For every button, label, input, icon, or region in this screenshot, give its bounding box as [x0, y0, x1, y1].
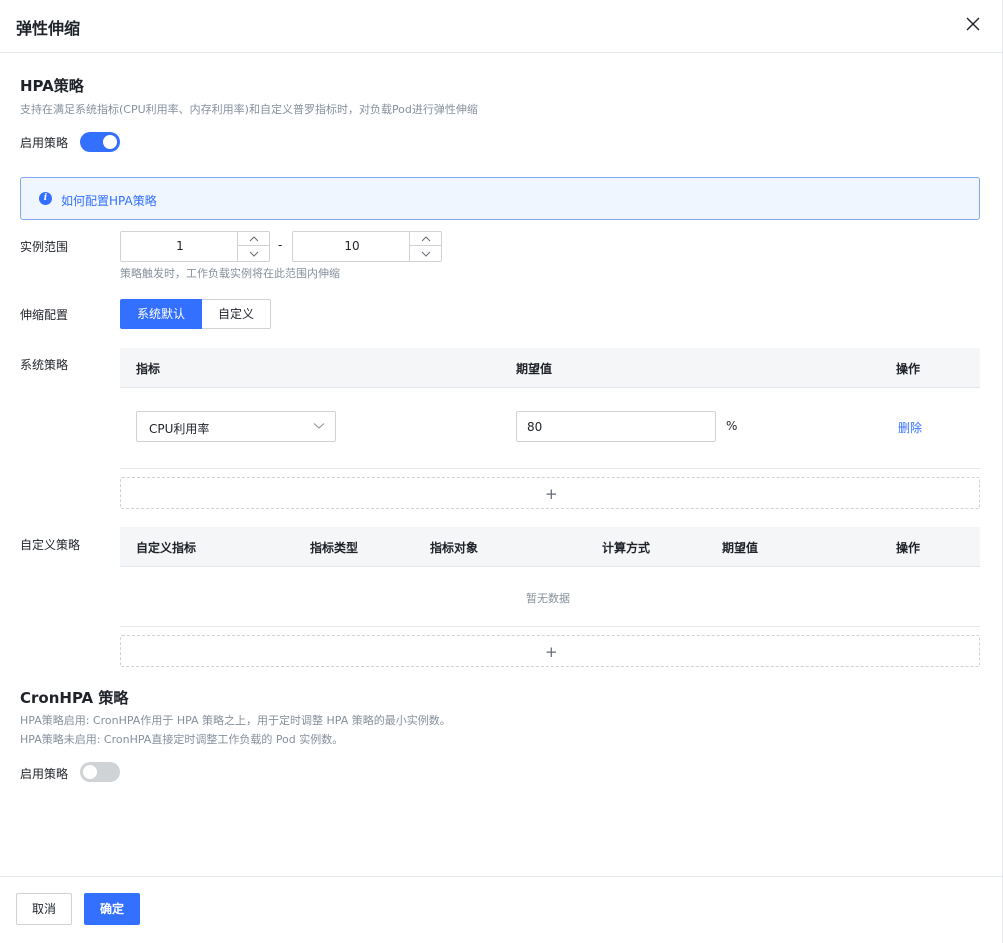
- column-header-custom-metric: 自定义指标: [136, 541, 197, 555]
- percent-unit: %: [726, 419, 738, 433]
- chevron-down-icon: [313, 423, 325, 429]
- cronhpa-enable-label: 启用策略: [20, 767, 69, 781]
- max-increment-button[interactable]: [410, 232, 441, 246]
- expected-value-text: 80: [527, 420, 543, 434]
- cronhpa-description-line1: HPA策略启用: CronHPA作用于 HPA 策略之上，用于定时调整 HPA …: [20, 714, 451, 727]
- elastic-scaling-dialog: 弹性伸缩 HPA策略 支持在满足系统指标(CPU利用率、内存利用率)和自定义普罗…: [0, 0, 1003, 943]
- toggle-knob: [103, 135, 117, 149]
- column-header-metric-object: 指标对象: [430, 541, 479, 555]
- system-policy-table-header: 指标 期望值 操作: [120, 348, 980, 388]
- dialog-title: 弹性伸缩: [16, 19, 81, 38]
- min-decrement-button[interactable]: [238, 247, 269, 261]
- min-increment-button[interactable]: [238, 232, 269, 246]
- chevron-up-icon: [421, 235, 430, 241]
- hpa-description: 支持在满足系统指标(CPU利用率、内存利用率)和自定义普罗指标时，对负载Pod进…: [20, 103, 478, 116]
- column-header-action: 操作: [896, 541, 921, 555]
- hpa-section-title: HPA策略: [20, 77, 84, 95]
- expected-value-input[interactable]: 80: [516, 411, 716, 442]
- system-policy-label: 系统策略: [20, 358, 69, 372]
- metric-select-value: CPU利用率: [149, 422, 210, 436]
- empty-state-row: 暂无数据: [120, 567, 980, 627]
- instance-max-value: 10: [344, 239, 360, 253]
- instance-min-input[interactable]: 1: [120, 231, 270, 262]
- hpa-enable-toggle[interactable]: [80, 132, 120, 152]
- plus-icon: +: [545, 643, 558, 661]
- column-header-action: 操作: [896, 362, 921, 376]
- scaling-config-label: 伸缩配置: [20, 308, 69, 322]
- instance-range-label: 实例范围: [20, 240, 69, 254]
- instance-max-input[interactable]: 10: [292, 231, 442, 262]
- dialog-footer: 取消 确定: [0, 876, 1003, 943]
- scaling-option-custom[interactable]: 自定义: [202, 299, 272, 329]
- add-system-policy-button[interactable]: +: [120, 477, 980, 509]
- system-policy-table: 指标 期望值 操作 CPU利用率 80 % 删除: [120, 348, 980, 469]
- cancel-button[interactable]: 取消: [16, 893, 72, 925]
- hpa-config-help-link[interactable]: 如何配置HPA策略: [61, 192, 157, 209]
- range-separator: -: [278, 238, 283, 252]
- toggle-knob: [83, 765, 97, 779]
- delete-row-link[interactable]: 删除: [898, 419, 922, 436]
- info-icon: i: [39, 192, 52, 205]
- scaling-config-segmented: 系统默认 自定义: [120, 299, 272, 329]
- column-header-expected: 期望值: [722, 541, 759, 555]
- column-header-metric-type: 指标类型: [310, 541, 359, 555]
- dialog-header: 弹性伸缩: [0, 0, 1003, 53]
- close-icon[interactable]: [963, 14, 983, 34]
- chevron-down-icon: [421, 251, 430, 257]
- column-header-metric: 指标: [136, 362, 161, 376]
- confirm-button[interactable]: 确定: [84, 893, 140, 925]
- column-header-expected: 期望值: [516, 362, 553, 376]
- table-row: CPU利用率 80 % 删除: [120, 388, 980, 469]
- custom-policy-label: 自定义策略: [20, 538, 81, 552]
- plus-icon: +: [545, 485, 558, 503]
- metric-select[interactable]: CPU利用率: [136, 411, 336, 442]
- empty-state-text: 暂无数据: [526, 592, 570, 605]
- chevron-down-icon: [249, 251, 258, 257]
- cronhpa-enable-toggle[interactable]: [80, 762, 120, 782]
- add-custom-policy-button[interactable]: +: [120, 635, 980, 667]
- min-stepper: [237, 232, 269, 261]
- custom-policy-table: 自定义指标 指标类型 指标对象 计算方式 期望值 操作 暂无数据: [120, 527, 980, 627]
- dialog-body: HPA策略 支持在满足系统指标(CPU利用率、内存利用率)和自定义普罗指标时，对…: [0, 53, 1003, 876]
- chevron-up-icon: [249, 235, 258, 241]
- cronhpa-description-line2: HPA策略未启用: CronHPA直接定时调整工作负载的 Pod 实例数。: [20, 733, 344, 746]
- custom-policy-table-header: 自定义指标 指标类型 指标对象 计算方式 期望值 操作: [120, 527, 980, 567]
- max-stepper: [409, 232, 441, 261]
- max-decrement-button[interactable]: [410, 247, 441, 261]
- instance-min-value: 1: [176, 239, 184, 253]
- column-header-calc-method: 计算方式: [602, 541, 651, 555]
- hpa-enable-label: 启用策略: [20, 136, 69, 150]
- scaling-option-default[interactable]: 系统默认: [120, 299, 203, 329]
- instance-range-hint: 策略触发时，工作负载实例将在此范围内伸缩: [120, 267, 340, 280]
- hpa-info-banner: i 如何配置HPA策略: [20, 177, 980, 220]
- cronhpa-section-title: CronHPA 策略: [20, 689, 129, 707]
